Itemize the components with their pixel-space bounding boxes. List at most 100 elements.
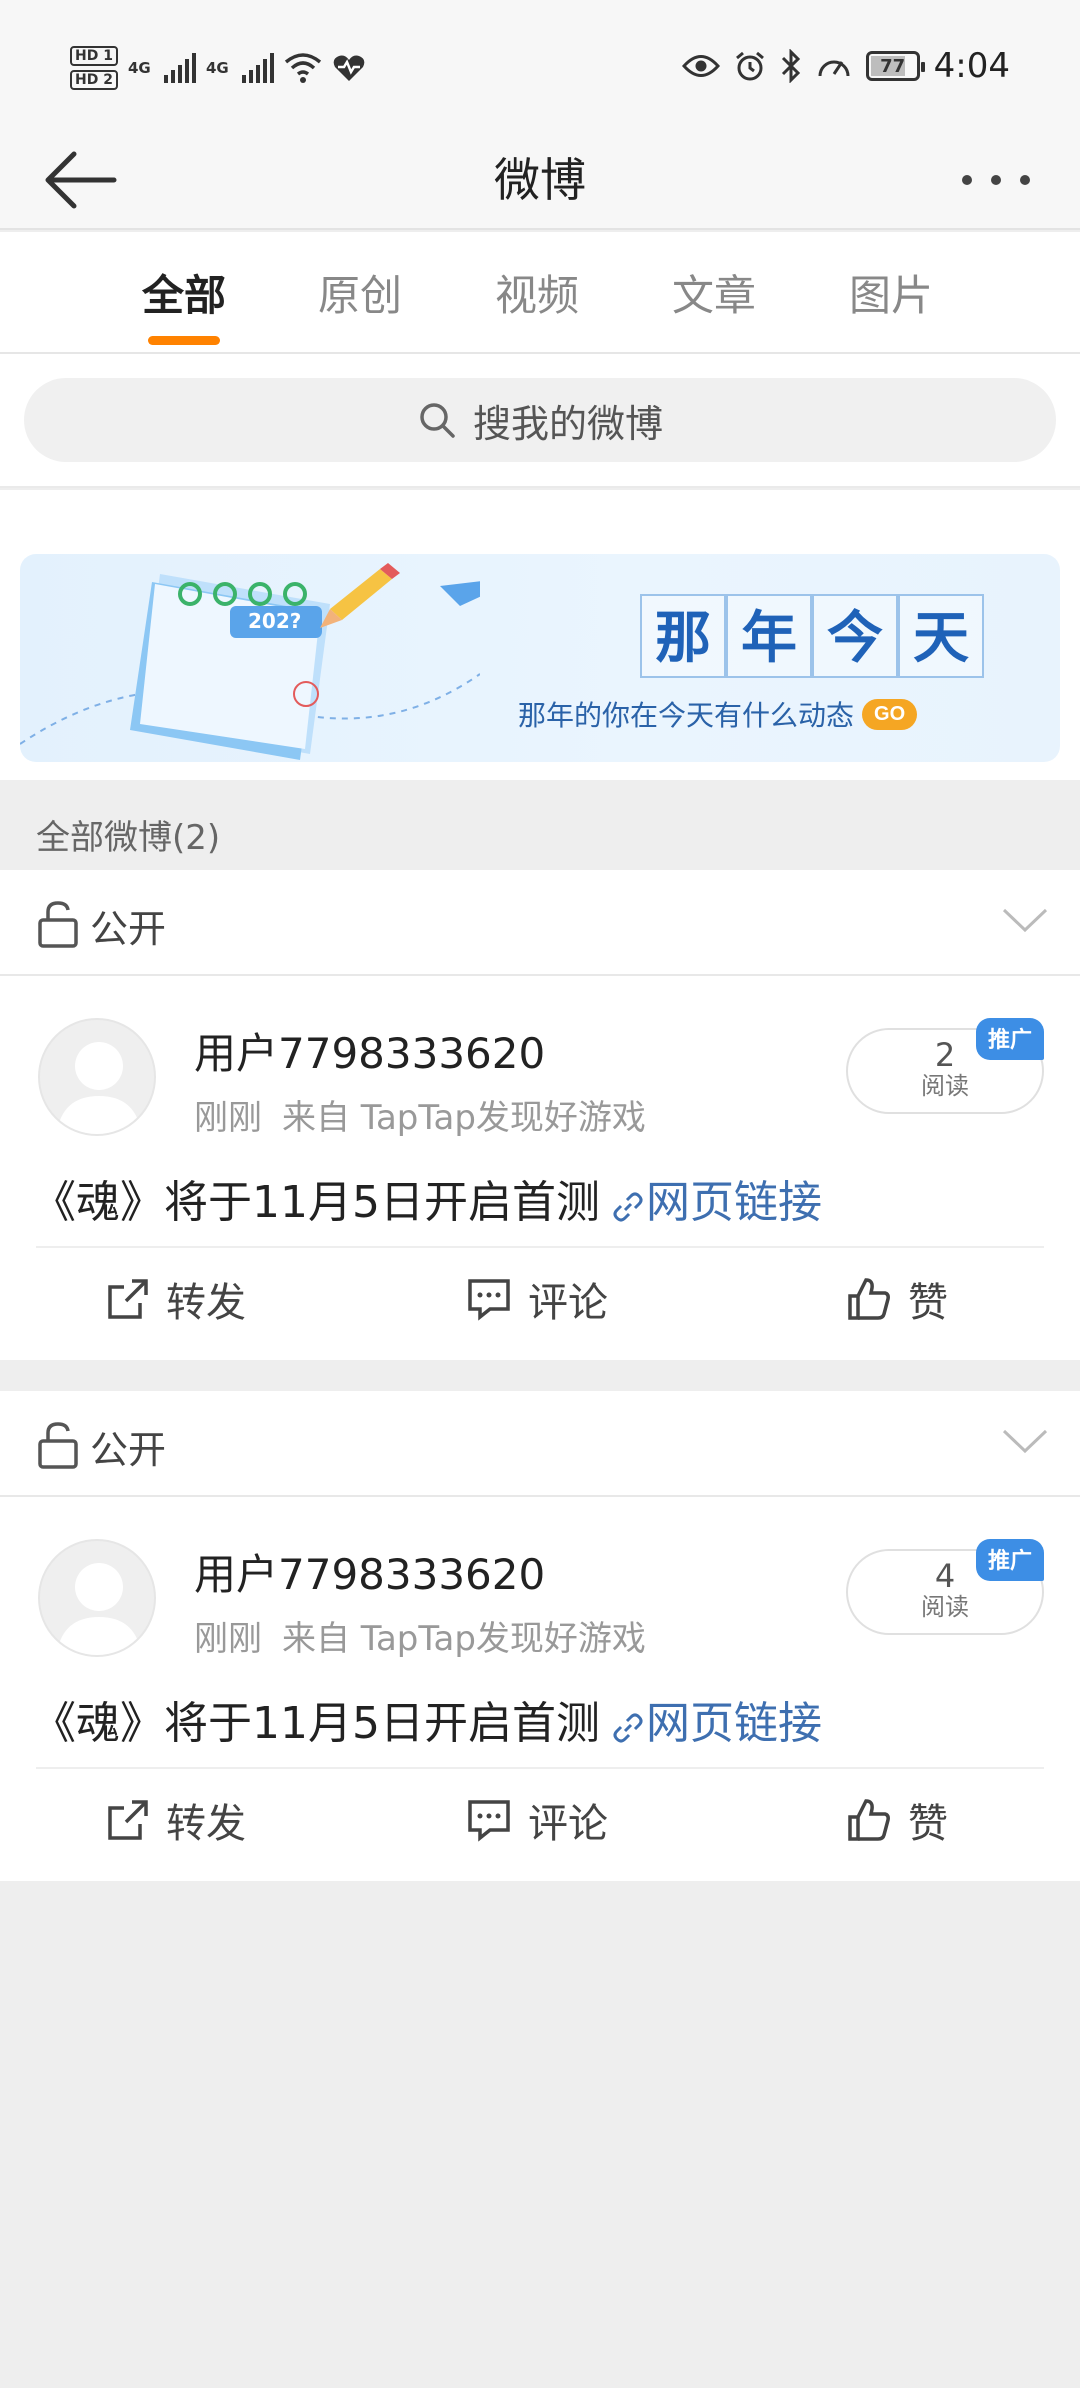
hd1-badge: HD 1 — [70, 46, 118, 66]
tab-image[interactable]: 图片 — [826, 262, 956, 323]
visibility-row[interactable]: 公开 — [0, 1391, 1080, 1497]
tab-article[interactable]: 文章 — [649, 262, 779, 323]
signal-icon — [163, 53, 196, 83]
banner-title-char-3: 今 — [812, 594, 898, 678]
comment-label: 评论 — [528, 1801, 608, 1847]
link-icon — [613, 1713, 643, 1743]
unlock-icon — [38, 901, 78, 948]
status-right: 77 4:04 — [681, 38, 1010, 94]
battery-icon: 77 — [865, 51, 925, 81]
link-icon — [613, 1192, 643, 1222]
bluetooth-icon — [781, 49, 800, 83]
hd-indicator: HD 1 HD 2 — [70, 44, 118, 92]
banner-section: 202? 那 年 今 天 那年的你在今天有什么动态 GO — [0, 490, 1080, 780]
visibility-label: 公开 — [90, 907, 167, 951]
section-header: 全部微博(2) — [0, 782, 1080, 870]
web-link-label: 网页链接 — [645, 1698, 822, 1749]
comment-icon — [468, 1800, 510, 1842]
memory-banner[interactable]: 202? 那 年 今 天 那年的你在今天有什么动态 GO — [20, 554, 1060, 762]
post-card: 公开 用户7798333620 刚刚 来自 TapTap发现好游戏 4 阅读 推广… — [0, 1391, 1080, 1881]
tab-video[interactable]: 视频 — [472, 262, 602, 323]
like-button[interactable]: 赞 — [846, 1791, 948, 1849]
post-source[interactable]: 来自 TapTap发现好游戏 — [282, 1098, 646, 1138]
post-actions: 转发 评论 赞 — [36, 1246, 1044, 1354]
network-type-2: 4G — [205, 59, 229, 77]
network-type-1: 4G — [127, 59, 151, 77]
search-input[interactable]: 搜我的微博 — [24, 378, 1056, 462]
active-tab-indicator — [148, 336, 220, 345]
post-text: 《魂》将于11月5日开启首测 — [32, 1698, 600, 1749]
promote-badge[interactable]: 推广 — [975, 1018, 1044, 1060]
default-avatar-icon — [56, 1042, 142, 1134]
more-options-icon[interactable] — [956, 160, 1036, 200]
post-time: 刚刚 — [194, 1619, 262, 1659]
chevron-down-icon[interactable] — [1000, 1425, 1050, 1459]
thumbs-up-icon — [848, 1278, 890, 1320]
signal-icon-2 — [241, 53, 274, 83]
avatar[interactable] — [38, 1018, 156, 1136]
page-title: 微博 — [494, 153, 586, 207]
comment-button[interactable]: 评论 — [466, 1791, 608, 1849]
comment-label: 评论 — [528, 1280, 608, 1326]
wifi-icon — [284, 53, 322, 83]
promote-badge[interactable]: 推广 — [975, 1539, 1044, 1581]
unlock-icon — [38, 1422, 78, 1469]
go-button[interactable]: GO — [862, 698, 918, 730]
visibility-row[interactable]: 公开 — [0, 870, 1080, 976]
repost-button[interactable]: 转发 — [106, 1270, 246, 1328]
comment-icon — [468, 1279, 510, 1321]
post-source[interactable]: 来自 TapTap发现好游戏 — [282, 1619, 646, 1659]
post-content: 《魂》将于11月5日开启首测 网页链接 — [32, 1166, 822, 1230]
speed-icon — [818, 60, 850, 77]
username[interactable]: 用户7798333620 — [194, 1541, 545, 1602]
web-link-label: 网页链接 — [645, 1177, 822, 1228]
search-section: 搜我的微博 — [0, 354, 1080, 488]
thumbs-up-icon — [848, 1799, 890, 1841]
heart-rate-icon — [333, 55, 365, 81]
banner-title-char-2: 年 — [726, 594, 812, 678]
read-label: 阅读 — [921, 1072, 969, 1100]
comment-button[interactable]: 评论 — [466, 1270, 608, 1328]
post-time: 刚刚 — [194, 1098, 262, 1138]
eye-icon — [681, 55, 720, 77]
chevron-down-icon[interactable] — [1000, 904, 1050, 938]
repost-button[interactable]: 转发 — [106, 1791, 246, 1849]
banner-title-char-4: 天 — [898, 594, 984, 678]
like-button[interactable]: 赞 — [846, 1270, 948, 1328]
visibility-label: 公开 — [90, 1428, 167, 1472]
repost-label: 转发 — [166, 1280, 246, 1326]
banner-subtitle: 那年的你在今天有什么动态 GO — [518, 694, 918, 734]
tab-original[interactable]: 原创 — [295, 262, 425, 323]
like-label: 赞 — [908, 1801, 948, 1847]
section-count-label: 全部微博(2) — [36, 818, 221, 858]
banner-title: 那 年 今 天 — [640, 594, 984, 678]
read-label: 阅读 — [921, 1593, 969, 1621]
status-bar: HD 1 HD 2 4G 4G 77 4:04 — [0, 0, 1080, 130]
repost-icon — [108, 1800, 148, 1840]
banner-subtitle-text: 那年的你在今天有什么动态 — [518, 699, 855, 732]
username[interactable]: 用户7798333620 — [194, 1020, 545, 1081]
post-meta: 刚刚 来自 TapTap发现好游戏 — [194, 1090, 646, 1139]
post-text: 《魂》将于11月5日开启首测 — [32, 1177, 600, 1228]
hd2-badge: HD 2 — [70, 70, 118, 90]
post-content: 《魂》将于11月5日开启首测 网页链接 — [32, 1687, 822, 1751]
search-placeholder: 搜我的微博 — [472, 401, 663, 446]
post-card: 公开 用户7798333620 刚刚 来自 TapTap发现好游戏 2 阅读 推广… — [0, 870, 1080, 1360]
search-icon — [420, 403, 455, 438]
tab-all[interactable]: 全部 — [119, 262, 249, 323]
clock: 4:04 — [933, 46, 1010, 86]
post-meta: 刚刚 来自 TapTap发现好游戏 — [194, 1611, 646, 1660]
repost-label: 转发 — [166, 1801, 246, 1847]
default-avatar-icon — [56, 1563, 142, 1655]
banner-title-char-1: 那 — [640, 594, 726, 678]
repost-icon — [108, 1279, 148, 1319]
like-label: 赞 — [908, 1280, 948, 1326]
status-left: HD 1 HD 2 4G 4G — [70, 38, 366, 98]
web-link[interactable]: 网页链接 — [600, 1177, 822, 1228]
avatar[interactable] — [38, 1539, 156, 1657]
title-bar: 微博 — [0, 130, 1080, 230]
calendar-illustration: 202? — [20, 563, 480, 760]
post-actions: 转发 评论 赞 — [36, 1767, 1044, 1875]
web-link[interactable]: 网页链接 — [600, 1698, 822, 1749]
calendar-year: 202? — [248, 609, 301, 633]
